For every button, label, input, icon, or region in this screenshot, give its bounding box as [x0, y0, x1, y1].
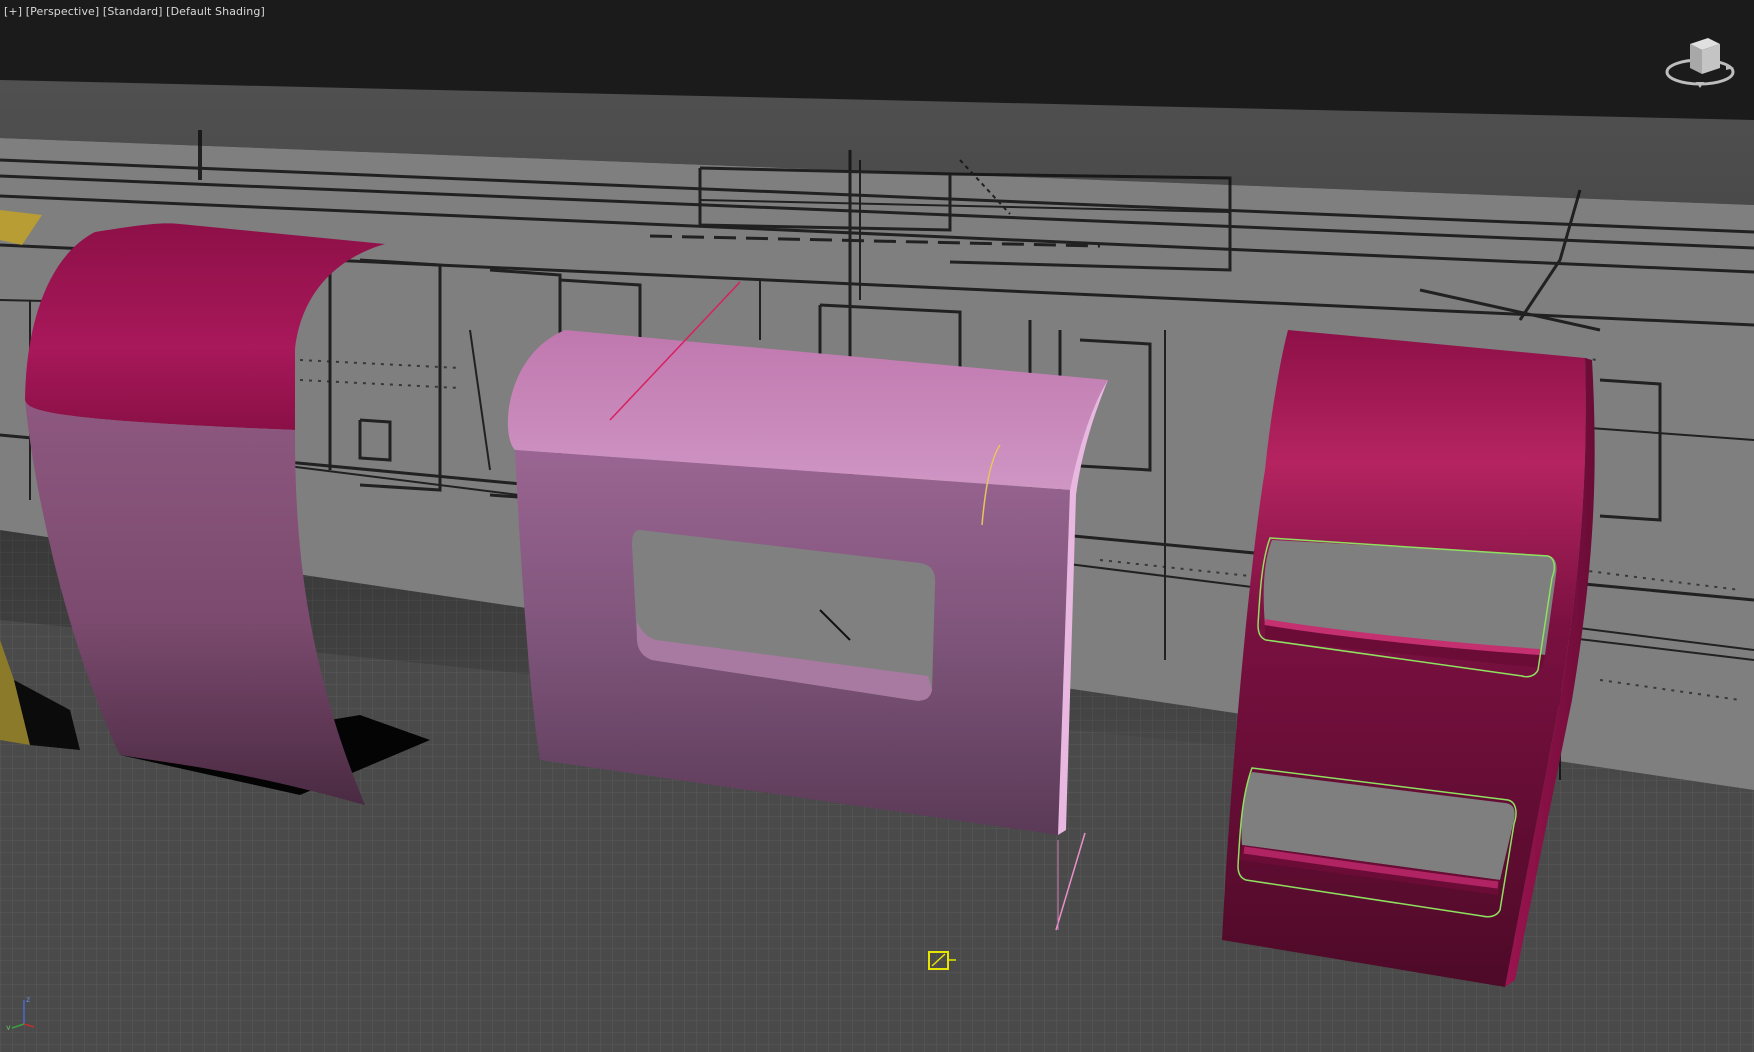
viewport-menu-button[interactable]: [+] [4, 5, 22, 18]
viewport-scene[interactable] [0, 0, 1754, 1052]
viewport-style-button[interactable]: [Standard] [103, 5, 163, 18]
viewport-label-menu[interactable]: [+] [Perspective] [Standard] [Default Sh… [4, 5, 265, 18]
viewcube-icon[interactable] [1660, 30, 1738, 96]
viewport-view-button[interactable]: [Perspective] [26, 5, 100, 18]
axis-tripod-icon: z y [6, 995, 35, 1030]
perspective-viewport[interactable]: [+] [Perspective] [Standard] [Default Sh… [0, 0, 1754, 1052]
svg-text:z: z [26, 995, 30, 1004]
viewport-shading-button[interactable]: [Default Shading] [166, 5, 265, 18]
svg-text:y: y [6, 1023, 11, 1030]
